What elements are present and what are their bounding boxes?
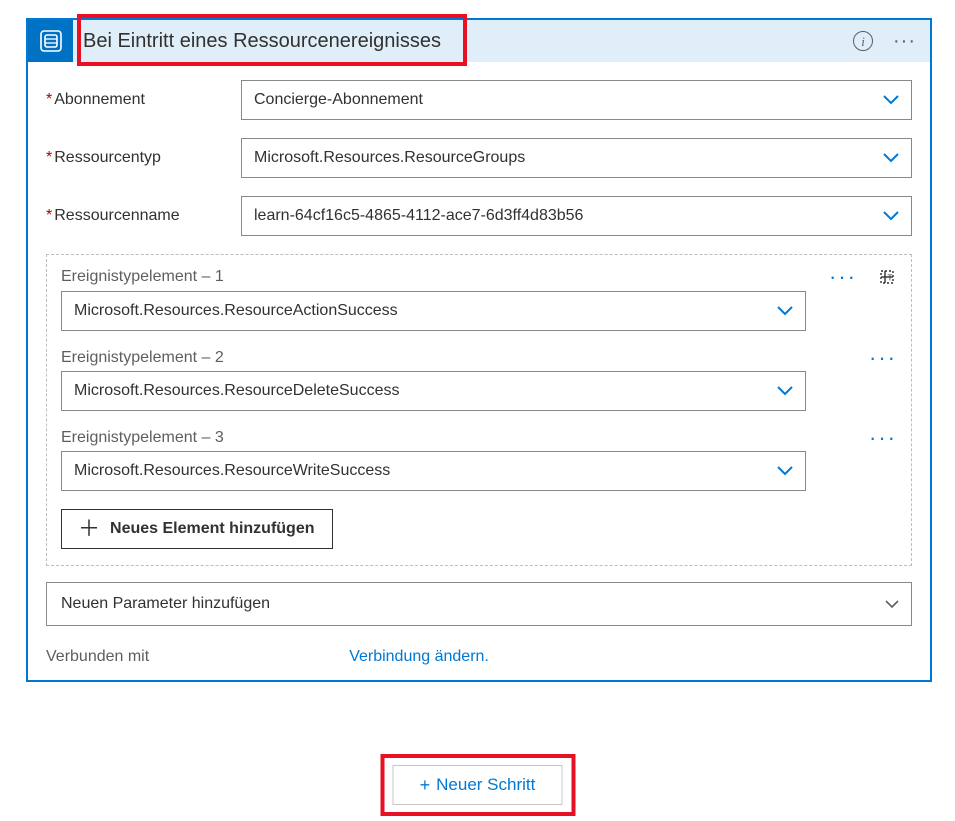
event-type-label: Ereignistypelement – 2	[61, 349, 224, 367]
event-type-item: Ereignistypelement – 1 ··· T Microsoft.R…	[61, 267, 897, 331]
subscription-select[interactable]: Concierge-Abonnement	[241, 80, 912, 120]
chevron-down-icon	[883, 94, 899, 106]
trigger-card: Bei Eintritt eines Ressourcenereignisses…	[26, 18, 932, 682]
plus-icon: +	[420, 775, 431, 796]
event-type-item: Ereignistypelement – 3 ··· Microsoft.Res…	[61, 429, 897, 491]
card-title: Bei Eintritt eines Ressourcenereignisses	[83, 30, 441, 53]
connection-label: Verbunden mit	[46, 648, 149, 666]
event-type-panel: Ereignistypelement – 1 ··· T Microsoft.R…	[46, 254, 912, 566]
event-type-value: Microsoft.Resources.ResourceActionSucces…	[74, 302, 398, 320]
event-type-item: Ereignistypelement – 2 ··· Microsoft.Res…	[61, 349, 897, 411]
subscription-row: *Abonnement Concierge-Abonnement	[46, 80, 912, 120]
new-step-label: Neuer Schritt	[436, 775, 535, 795]
event-type-select[interactable]: Microsoft.Resources.ResourceWriteSuccess	[61, 451, 806, 491]
chevron-down-icon	[777, 385, 793, 397]
switch-mode-icon[interactable]: T	[877, 267, 897, 287]
resourcename-row: *Ressourcenname learn-64cf16c5-4865-4112…	[46, 196, 912, 236]
add-parameter-select[interactable]: Neuen Parameter hinzufügen	[46, 582, 912, 626]
resourcename-select[interactable]: learn-64cf16c5-4865-4112-ace7-6d3ff4d83b…	[241, 196, 912, 236]
eventgrid-icon	[28, 20, 73, 62]
card-header[interactable]: Bei Eintritt eines Ressourcenereignisses…	[28, 20, 930, 62]
card-menu-ellipsis[interactable]: ···	[893, 36, 916, 46]
resourcename-value: learn-64cf16c5-4865-4112-ace7-6d3ff4d83b…	[254, 207, 583, 225]
event-type-select[interactable]: Microsoft.Resources.ResourceDeleteSucces…	[61, 371, 806, 411]
new-step-button[interactable]: + Neuer Schritt	[393, 765, 563, 805]
connection-row: Verbunden mit Verbindung ändern.	[46, 648, 912, 666]
add-element-button[interactable]: ＋ Neues Element hinzufügen	[61, 509, 333, 549]
plus-icon: ＋	[78, 518, 100, 540]
chevron-down-icon	[777, 305, 793, 317]
add-element-label: Neues Element hinzufügen	[110, 520, 314, 538]
event-type-label: Ereignistypelement – 1	[61, 268, 224, 286]
chevron-down-icon	[883, 210, 899, 222]
event-type-value: Microsoft.Resources.ResourceDeleteSucces…	[74, 382, 399, 400]
info-icon[interactable]: i	[853, 31, 873, 51]
subscription-label: *Abonnement	[46, 91, 241, 109]
chevron-down-icon	[777, 465, 793, 477]
svg-text:T: T	[888, 274, 893, 283]
item-menu-ellipsis[interactable]: ···	[869, 353, 897, 363]
add-parameter-label: Neuen Parameter hinzufügen	[61, 595, 270, 613]
chevron-down-icon	[885, 599, 899, 609]
chevron-down-icon	[883, 152, 899, 164]
resourcetype-label: *Ressourcentyp	[46, 149, 241, 167]
item-menu-ellipsis[interactable]: ···	[829, 272, 857, 282]
change-connection-link[interactable]: Verbindung ändern.	[349, 648, 489, 666]
item-menu-ellipsis[interactable]: ···	[869, 433, 897, 443]
resourcetype-value: Microsoft.Resources.ResourceGroups	[254, 149, 525, 167]
subscription-value: Concierge-Abonnement	[254, 91, 423, 109]
resourcetype-select[interactable]: Microsoft.Resources.ResourceGroups	[241, 138, 912, 178]
new-step-highlight-box: + Neuer Schritt	[380, 754, 575, 816]
event-type-label: Ereignistypelement – 3	[61, 429, 224, 447]
resourcename-label: *Ressourcenname	[46, 207, 241, 225]
event-type-value: Microsoft.Resources.ResourceWriteSuccess	[74, 462, 390, 480]
event-type-select[interactable]: Microsoft.Resources.ResourceActionSucces…	[61, 291, 806, 331]
resourcetype-row: *Ressourcentyp Microsoft.Resources.Resou…	[46, 138, 912, 178]
